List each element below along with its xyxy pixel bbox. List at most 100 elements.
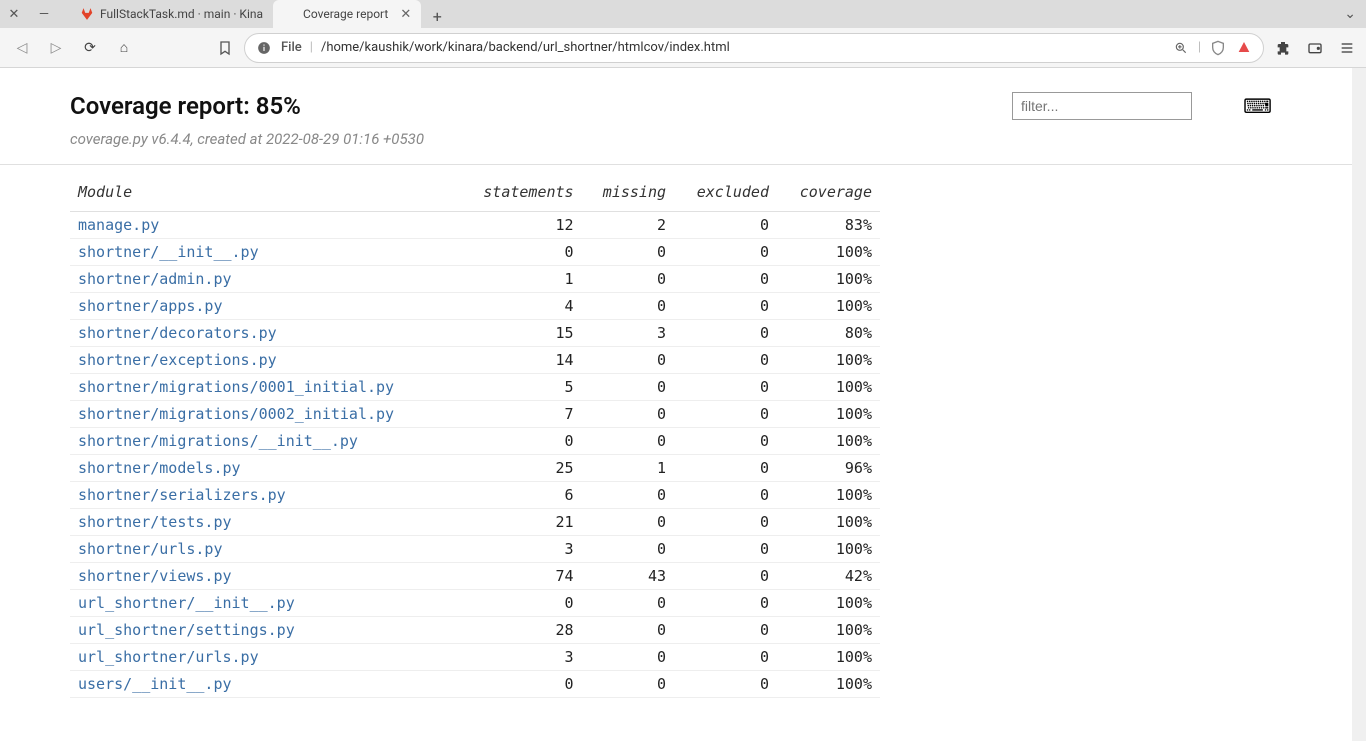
- module-link[interactable]: shortner/decorators.py: [70, 320, 458, 347]
- table-row: shortner/tests.py2100100%: [70, 509, 880, 536]
- cell-missing: 1: [582, 455, 674, 482]
- cell-coverage: 100%: [777, 671, 880, 698]
- cell-statements: 0: [458, 590, 582, 617]
- cell-coverage: 100%: [777, 590, 880, 617]
- module-link[interactable]: url_shortner/__init__.py: [70, 590, 458, 617]
- cell-coverage: 80%: [777, 320, 880, 347]
- module-link[interactable]: shortner/__init__.py: [70, 239, 458, 266]
- cell-coverage: 100%: [777, 239, 880, 266]
- cell-excluded: 0: [674, 590, 777, 617]
- module-link[interactable]: shortner/models.py: [70, 455, 458, 482]
- cell-coverage: 100%: [777, 644, 880, 671]
- cell-missing: 0: [582, 617, 674, 644]
- brave-rewards-icon[interactable]: [1235, 39, 1253, 57]
- browser-tab[interactable]: Coverage report✕: [273, 0, 421, 28]
- url-scheme-label: File: [281, 40, 302, 55]
- brave-shields-icon[interactable]: [1209, 39, 1227, 57]
- site-info-icon[interactable]: [255, 39, 273, 57]
- col-excluded[interactable]: excluded: [674, 177, 777, 212]
- module-link[interactable]: shortner/views.py: [70, 563, 458, 590]
- cell-excluded: 0: [674, 671, 777, 698]
- page-viewport[interactable]: Coverage report: 85% coverage.py v6.4.4,…: [0, 68, 1366, 741]
- window-minimize-button[interactable]: —: [36, 6, 52, 22]
- module-link[interactable]: users/__init__.py: [70, 671, 458, 698]
- cell-statements: 3: [458, 536, 582, 563]
- table-row: shortner/exceptions.py1400100%: [70, 347, 880, 374]
- cell-missing: 0: [582, 374, 674, 401]
- tab-strip: FullStackTask.md · main · KinaCoverage r…: [70, 0, 449, 28]
- table-row: users/__init__.py000100%: [70, 671, 880, 698]
- module-link[interactable]: url_shortner/urls.py: [70, 644, 458, 671]
- home-button[interactable]: ⌂: [112, 36, 136, 60]
- cell-coverage: 100%: [777, 536, 880, 563]
- module-link[interactable]: manage.py: [70, 212, 458, 239]
- new-tab-button[interactable]: +: [425, 4, 449, 28]
- module-link[interactable]: shortner/urls.py: [70, 536, 458, 563]
- module-link[interactable]: shortner/serializers.py: [70, 482, 458, 509]
- tab-close-icon[interactable]: ✕: [400, 7, 411, 22]
- cell-statements: 0: [458, 671, 582, 698]
- reload-button[interactable]: ⟳: [78, 36, 102, 60]
- table-row: shortner/views.py7443042%: [70, 563, 880, 590]
- cell-statements: 21: [458, 509, 582, 536]
- cell-excluded: 0: [674, 482, 777, 509]
- cell-excluded: 0: [674, 455, 777, 482]
- cell-coverage: 100%: [777, 347, 880, 374]
- cell-excluded: 0: [674, 428, 777, 455]
- module-link[interactable]: shortner/migrations/0001_initial.py: [70, 374, 458, 401]
- module-link[interactable]: shortner/exceptions.py: [70, 347, 458, 374]
- table-row: manage.py122083%: [70, 212, 880, 239]
- cell-coverage: 96%: [777, 455, 880, 482]
- cell-statements: 4: [458, 293, 582, 320]
- gitlab-favicon-icon: [80, 7, 94, 21]
- cell-missing: 2: [582, 212, 674, 239]
- col-coverage[interactable]: coverage: [777, 177, 880, 212]
- cell-statements: 6: [458, 482, 582, 509]
- cell-statements: 14: [458, 347, 582, 374]
- module-link[interactable]: shortner/admin.py: [70, 266, 458, 293]
- cell-excluded: 0: [674, 239, 777, 266]
- browser-tab[interactable]: FullStackTask.md · main · Kina: [70, 0, 273, 28]
- tab-list-chevron-icon[interactable]: ⌄: [1344, 6, 1356, 22]
- window-close-button[interactable]: ✕: [6, 6, 22, 22]
- cell-excluded: 0: [674, 563, 777, 590]
- nav-forward-button[interactable]: ▷: [44, 36, 68, 60]
- table-row: shortner/urls.py300100%: [70, 536, 880, 563]
- cell-coverage: 100%: [777, 374, 880, 401]
- cell-statements: 28: [458, 617, 582, 644]
- cell-excluded: 0: [674, 212, 777, 239]
- cell-missing: 0: [582, 401, 674, 428]
- col-module[interactable]: Module: [70, 177, 458, 212]
- extensions-icon[interactable]: [1274, 39, 1292, 57]
- module-link[interactable]: shortner/tests.py: [70, 509, 458, 536]
- cell-statements: 7: [458, 401, 582, 428]
- cell-excluded: 0: [674, 374, 777, 401]
- keyboard-shortcuts-icon[interactable]: ⌨: [1243, 94, 1272, 118]
- wallet-icon[interactable]: [1306, 39, 1324, 57]
- cell-coverage: 100%: [777, 428, 880, 455]
- filter-input[interactable]: [1012, 92, 1192, 120]
- cell-excluded: 0: [674, 347, 777, 374]
- app-menu-icon[interactable]: [1338, 39, 1356, 57]
- table-row: shortner/migrations/0002_initial.py70010…: [70, 401, 880, 428]
- cell-missing: 0: [582, 293, 674, 320]
- table-row: shortner/__init__.py000100%: [70, 239, 880, 266]
- cell-coverage: 100%: [777, 401, 880, 428]
- table-row: shortner/models.py251096%: [70, 455, 880, 482]
- module-link[interactable]: url_shortner/settings.py: [70, 617, 458, 644]
- module-link[interactable]: shortner/apps.py: [70, 293, 458, 320]
- bookmark-icon[interactable]: [216, 39, 234, 57]
- cell-statements: 0: [458, 428, 582, 455]
- cell-statements: 3: [458, 644, 582, 671]
- cell-coverage: 100%: [777, 482, 880, 509]
- col-missing[interactable]: missing: [582, 177, 674, 212]
- address-bar[interactable]: File | /home/kaushik/work/kinara/backend…: [244, 33, 1264, 63]
- cell-missing: 0: [582, 644, 674, 671]
- module-link[interactable]: shortner/migrations/__init__.py: [70, 428, 458, 455]
- module-link[interactable]: shortner/migrations/0002_initial.py: [70, 401, 458, 428]
- col-statements[interactable]: statements: [458, 177, 582, 212]
- zoom-icon[interactable]: [1172, 39, 1190, 57]
- cell-coverage: 100%: [777, 293, 880, 320]
- cell-coverage: 100%: [777, 266, 880, 293]
- nav-back-button[interactable]: ◁: [10, 36, 34, 60]
